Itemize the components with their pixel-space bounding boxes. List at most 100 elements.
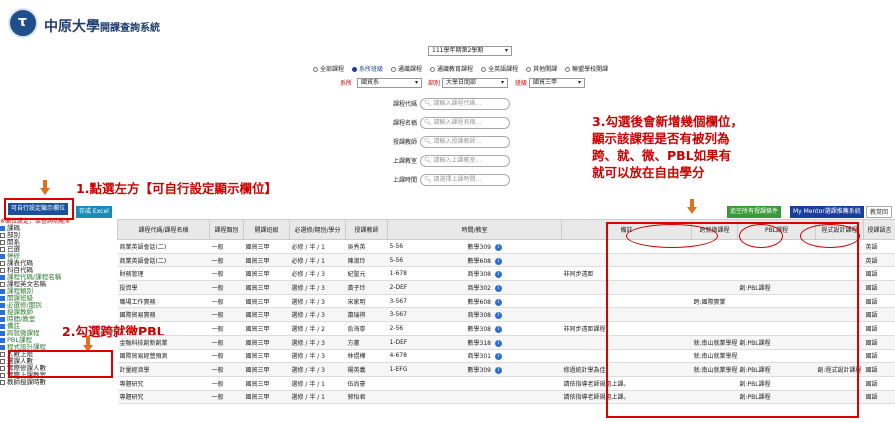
time-text: 3-567 — [389, 297, 407, 305]
checkbox-icon[interactable] — [0, 274, 5, 280]
radio-option[interactable]: 通識課程 — [391, 64, 422, 73]
table-cell[interactable]: 國際貿易實務 — [117, 307, 210, 323]
table-cell: 4-678 — [387, 349, 466, 364]
table-cell[interactable]: 專題研究 — [117, 390, 210, 405]
table-cell[interactable] — [117, 321, 210, 336]
checkbox-icon[interactable] — [0, 316, 5, 322]
add-all-button[interactable]: 追空所有授課條件 — [727, 206, 782, 218]
checkbox-icon[interactable] — [0, 288, 5, 294]
radio-icon[interactable] — [391, 67, 397, 72]
search-icon: 🔍︎ — [424, 176, 434, 183]
radio-option[interactable]: 通識教育課程 — [430, 64, 473, 73]
checkbox-icon[interactable] — [0, 365, 5, 371]
table-cell: 國貿三甲 — [243, 307, 290, 323]
table-cell[interactable]: 商業英語會話(二) — [117, 253, 210, 268]
info-icon[interactable]: i — [494, 353, 502, 361]
radio-icon[interactable] — [352, 67, 358, 72]
table-cell[interactable]: 職場工作實務 — [117, 294, 210, 309]
search-input[interactable]: 🔍︎ 請輸入授課教師... — [420, 136, 510, 148]
radio-icon[interactable] — [313, 67, 318, 72]
column-header[interactable]: 開課班級 — [243, 219, 290, 240]
checkbox-icon[interactable] — [0, 309, 5, 315]
checkbox-icon[interactable] — [0, 358, 5, 364]
table-cell: 1-EFG — [387, 362, 466, 377]
table-cell[interactable]: 專題研究 — [117, 376, 210, 391]
class-select[interactable]: 國貿三甲 — [529, 78, 585, 88]
checkbox-icon[interactable] — [0, 232, 5, 238]
radio-label: 全部課程 — [320, 66, 345, 73]
semester-select[interactable]: 111學年期第2學期 — [428, 46, 512, 56]
radio-option[interactable]: 其他開課 — [526, 64, 557, 73]
checkbox-icon[interactable] — [0, 246, 5, 252]
table-cell[interactable]: 投資學 — [117, 280, 210, 295]
site-title-main: 中原大學 — [44, 19, 100, 35]
search-input[interactable]: 🔍︎ 請輸入上課教室... — [420, 155, 510, 167]
radio-icon[interactable] — [481, 67, 487, 72]
mentor-button[interactable]: My Mentor選課推薦系統 — [790, 206, 864, 218]
search-input[interactable]: 🔍︎ 請輸入課程名稱... — [420, 117, 510, 129]
table-cell[interactable]: 金融科技創新創業 — [117, 335, 210, 350]
column-header[interactable]: 授課教師 — [345, 219, 388, 240]
radio-icon[interactable] — [565, 67, 571, 72]
search-input[interactable]: 🔍︎ 請輸入課程代碼... — [420, 98, 510, 110]
dept-select[interactable]: 國貿系 — [357, 78, 422, 88]
info-icon[interactable]: i — [494, 257, 502, 265]
radio-option[interactable]: 全英語課程 — [481, 64, 518, 73]
info-icon[interactable]: i — [494, 325, 502, 333]
column-header[interactable]: 必選修/期別/學分 — [289, 219, 346, 240]
checkbox-icon[interactable] — [0, 351, 5, 357]
college-select[interactable]: 大學日間部 — [442, 78, 508, 88]
arrow-1-icon — [40, 188, 50, 195]
excel-button[interactable]: 存成 Excel — [76, 206, 112, 218]
time-text: 2-56 — [389, 324, 404, 332]
table-cell[interactable]: 財務管理 — [117, 266, 210, 282]
info-icon[interactable]: i — [494, 284, 502, 292]
column-header[interactable]: 授課語言 — [863, 219, 895, 240]
checkbox-icon[interactable] — [0, 323, 5, 329]
radio-option[interactable]: 全部課程 — [313, 64, 344, 73]
search-field-row: 授課教師 🔍︎ 請輸入授課教師... — [383, 136, 510, 148]
checkbox-icon[interactable] — [0, 372, 5, 378]
table-cell[interactable]: 商業英語會話(二) — [117, 239, 210, 254]
checkbox-icon[interactable] — [0, 295, 5, 301]
radio-option[interactable]: 系所班級 — [352, 64, 383, 73]
info-icon[interactable]: i — [494, 339, 502, 347]
search-field-label: 課程名稱 — [392, 119, 417, 127]
checkbox-icon[interactable] — [0, 379, 5, 385]
checkbox-icon[interactable] — [0, 337, 5, 343]
col-setting-button[interactable]: 可自行設定顯示欄位 — [8, 203, 69, 215]
radio-option[interactable]: 聯盟學校開課 — [565, 64, 608, 73]
checkbox-icon[interactable] — [0, 302, 5, 308]
info-icon[interactable]: i — [494, 367, 502, 375]
right-button[interactable]: 教覚回 — [866, 206, 893, 218]
time-text: 3-567 — [389, 311, 407, 319]
checkbox-icon[interactable] — [0, 239, 5, 245]
logo-glyph: τ — [18, 14, 27, 30]
column-header[interactable]: 課程類別 — [209, 219, 244, 240]
info-icon[interactable]: i — [494, 243, 502, 251]
info-icon[interactable]: i — [494, 271, 502, 279]
column-option[interactable]: 教師授課時數 — [0, 379, 118, 386]
checkbox-icon[interactable] — [0, 267, 5, 273]
search-input[interactable]: 🔍︎ 請選擇上課時間... — [420, 174, 510, 186]
info-icon[interactable]: i — [494, 312, 502, 320]
table-cell[interactable]: 國際貿易經營預測 — [117, 349, 210, 364]
info-icon[interactable]: i — [494, 298, 502, 306]
checkbox-icon[interactable] — [0, 253, 5, 259]
annotation-3: 3.勾選後會新增幾個欄位， 顯示該課程是否有被列為 跨、就、微、PBL如果有 就… — [592, 113, 743, 181]
checkbox-icon[interactable] — [0, 330, 5, 336]
checkbox-icon[interactable] — [0, 260, 5, 266]
table-cell: 2-56 — [387, 321, 466, 336]
radio-icon[interactable] — [526, 67, 532, 72]
search-icon: 🔍︎ — [424, 119, 434, 126]
table-cell[interactable]: 計量經濟學 — [117, 362, 210, 377]
checkbox-icon[interactable] — [0, 225, 5, 231]
checkbox-icon[interactable] — [0, 344, 5, 350]
radio-icon[interactable] — [430, 67, 436, 72]
search-icon: 🔍︎ — [424, 157, 434, 164]
column-header[interactable]: 課程代碼/課程名稱 — [117, 219, 210, 240]
checkbox-icon[interactable] — [0, 281, 5, 287]
table-cell: 英語 — [863, 253, 895, 268]
column-header[interactable]: 時間/教室 — [387, 219, 562, 240]
table-cell: 國貿三甲 — [243, 390, 290, 405]
